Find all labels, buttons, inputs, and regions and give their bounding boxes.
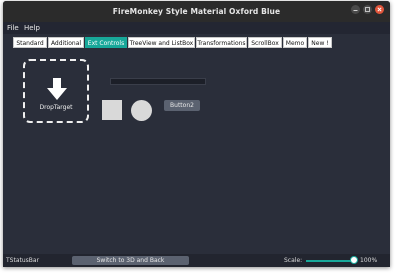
drop-target[interactable]: DropTarget xyxy=(23,59,89,123)
minimize-icon xyxy=(353,10,358,11)
rectangle-shape xyxy=(102,100,122,120)
menu-item-file[interactable]: File xyxy=(7,22,19,34)
tab-transformations[interactable]: Transformations xyxy=(196,37,247,48)
close-icon xyxy=(377,7,382,12)
window-controls xyxy=(351,5,384,14)
scale-value: 100% xyxy=(360,257,378,264)
maximize-button[interactable] xyxy=(363,5,372,14)
app-window: FireMonkey Style Material Oxford Blue Fi… xyxy=(3,1,390,267)
menu-bar: File Help xyxy=(3,22,390,34)
tab-ext-controls[interactable]: Ext Controls xyxy=(85,37,127,48)
tab-standard[interactable]: Standard xyxy=(13,37,47,48)
close-button[interactable] xyxy=(375,5,384,14)
drop-target-label: DropTarget xyxy=(39,104,73,111)
circle-shape xyxy=(131,100,152,121)
arrow-down-icon xyxy=(47,78,67,100)
title-bar: FireMonkey Style Material Oxford Blue xyxy=(3,1,390,22)
maximize-icon xyxy=(365,7,370,12)
tab-new[interactable]: New ! xyxy=(308,37,332,48)
status-bar-label: TStatusBar xyxy=(6,257,40,264)
button2[interactable]: Button2 xyxy=(164,100,200,111)
scale-slider-track[interactable] xyxy=(306,260,354,262)
progress-bar xyxy=(110,78,206,85)
status-bar: TStatusBar Switch to 3D and Back Scale: … xyxy=(3,254,390,267)
scale-label: Scale: xyxy=(284,257,303,264)
window-title: FireMonkey Style Material Oxford Blue xyxy=(112,7,281,16)
minimize-button[interactable] xyxy=(351,5,360,14)
tab-bar: Standard Additional Ext Controls TreeVie… xyxy=(3,35,390,49)
tab-memo[interactable]: Memo xyxy=(283,37,307,48)
tab-scrollbox[interactable]: ScrollBox xyxy=(248,37,282,48)
scale-slider-thumb[interactable] xyxy=(350,256,358,264)
tab-content-ext-controls: DropTarget Button2 xyxy=(3,49,390,254)
switch-3d-button[interactable]: Switch to 3D and Back xyxy=(72,256,189,265)
tab-treeview-and-listbox[interactable]: TreeView and ListBox xyxy=(128,37,195,48)
menu-item-help[interactable]: Help xyxy=(24,22,40,34)
tab-additional[interactable]: Additional xyxy=(48,37,84,48)
